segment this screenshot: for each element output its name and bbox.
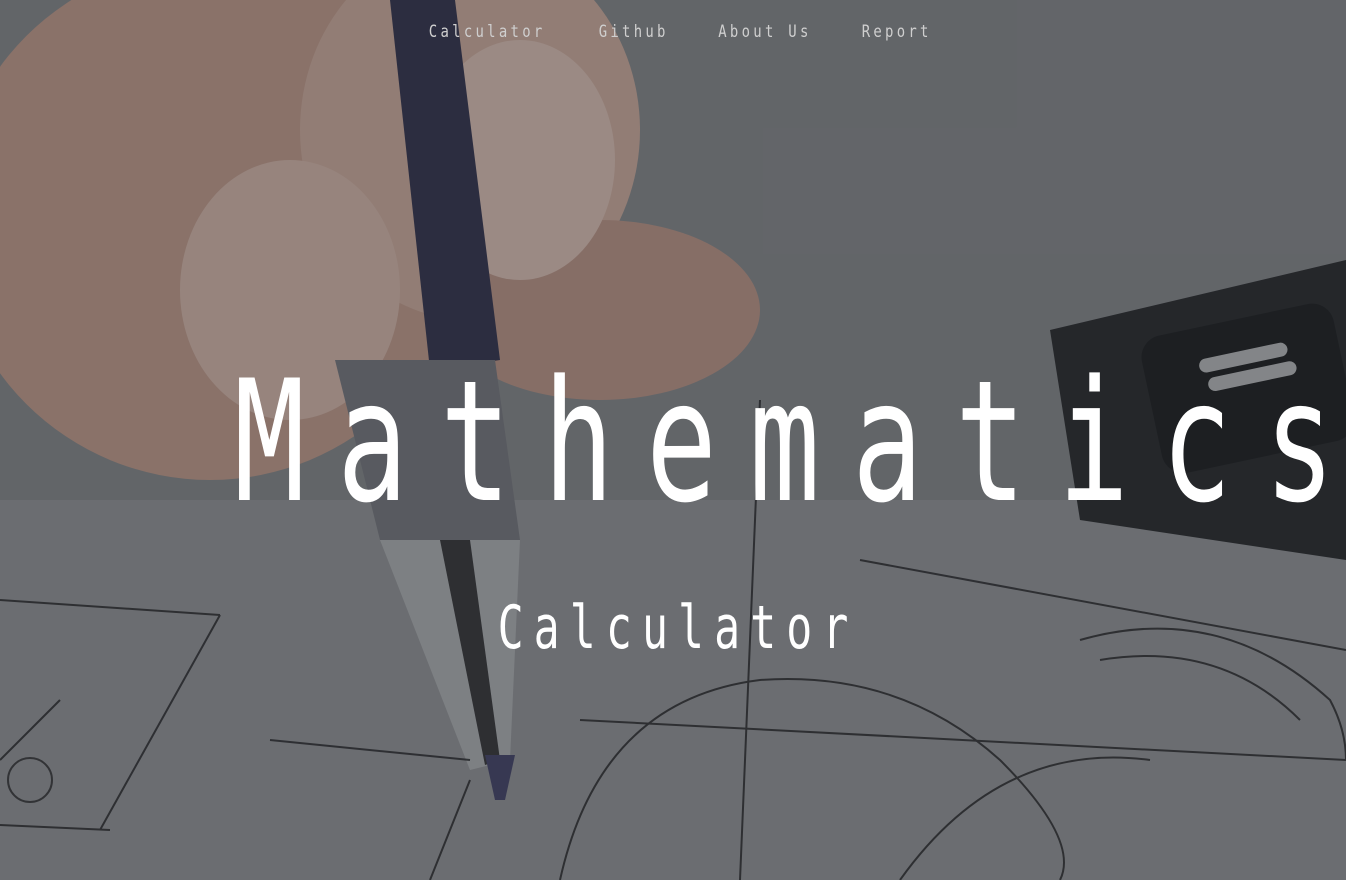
nav-link-calculator[interactable]: Calculator: [429, 22, 546, 42]
nav-link-about-us[interactable]: About Us: [718, 22, 811, 42]
top-nav: Calculator Github About Us Report: [0, 22, 1346, 42]
nav-link-report[interactable]: Report: [862, 22, 932, 42]
hero-subtitle: Calculator: [497, 593, 859, 663]
hero-section: Calculator Github About Us Report Mathem…: [0, 0, 1346, 880]
hero-title: Mathematics: [234, 344, 1346, 540]
nav-link-github[interactable]: Github: [599, 22, 669, 42]
